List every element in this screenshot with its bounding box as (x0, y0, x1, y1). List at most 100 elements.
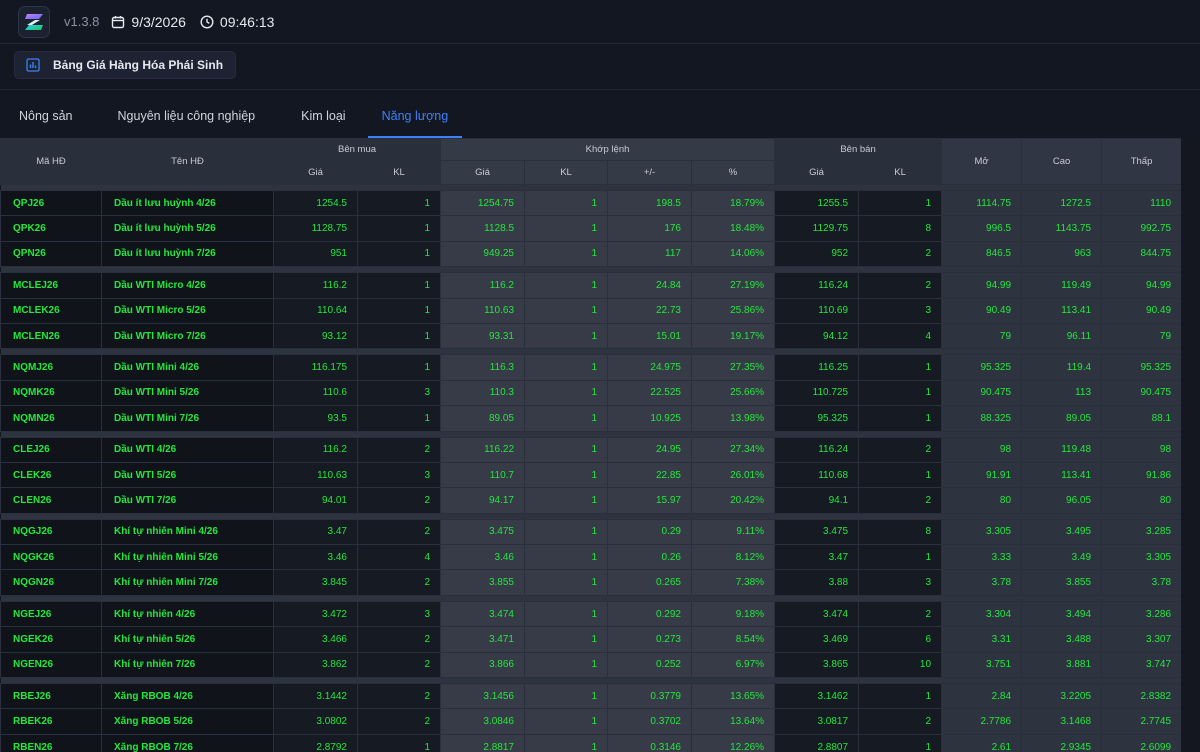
table-row[interactable]: QPJ26 Dầu ít lưu huỳnh 4/26 1254.5 1 1254.75… (0, 189, 1183, 217)
contract-name-cell[interactable]: Xăng RBOB 4/26 (101, 683, 274, 710)
low-price-cell: 844.75 (1101, 240, 1183, 268)
table-row[interactable]: MCLEJ26 Dầu WTI Micro 4/26 116.2 1 116.2 1 24.… (0, 272, 1183, 299)
high-price-cell: 3.488 (1021, 626, 1103, 653)
match-price-cell: 93.31 (440, 322, 525, 350)
bid-volume-cell: 1 (357, 405, 441, 432)
bid-price-cell: 3.1442 (273, 683, 358, 710)
header-high[interactable]: Cao (1021, 138, 1103, 185)
contract-name-cell[interactable]: Dầu WTI Mini 4/26 (101, 354, 274, 381)
board-title-button[interactable]: Bảng Giá Hàng Hóa Phái Sinh (14, 51, 237, 79)
table-row[interactable]: NQGN26 Khí tự nhiên Mini 7/26 3.845 2 3.855 1… (0, 569, 1183, 596)
high-price-cell: 3.49 (1021, 544, 1103, 571)
bid-volume-cell: 2 (357, 487, 441, 514)
price-board[interactable]: Mã HĐ Tên HĐ Bên mua Khớp lệnh Bên bán M… (0, 138, 1200, 752)
ask-price-cell: 110.69 (774, 297, 860, 324)
contract-code-cell[interactable]: NQMJ26 (0, 354, 102, 381)
contract-name-cell[interactable]: Xăng RBOB 7/26 (101, 733, 274, 752)
table-row[interactable]: CLEJ26 Dầu WTI 4/26 116.2 2 116.22 1 24.95 27.3… (0, 436, 1183, 463)
contract-name-cell[interactable]: Dầu ít lưu huỳnh 4/26 (101, 189, 274, 217)
contract-name-cell[interactable]: Khí tự nhiên 4/26 (101, 600, 274, 628)
table-row[interactable]: NQMK26 Dầu WTI Mini 5/26 110.6 3 110.3 1 22.52… (0, 379, 1183, 407)
header-code[interactable]: Mã HĐ (0, 138, 102, 185)
header-match-price[interactable]: Giá (440, 160, 525, 185)
table-row[interactable]: RBEK26 Xăng RBOB 5/26 3.0802 2 3.0846 1 0.3702… (0, 708, 1183, 735)
contract-name-cell[interactable]: Khí tự nhiên 5/26 (101, 626, 274, 653)
contract-code-cell[interactable]: MCLEN26 (0, 322, 102, 350)
header-low[interactable]: Thấp (1101, 138, 1183, 185)
contract-name-cell[interactable]: Xăng RBOB 5/26 (101, 708, 274, 735)
ask-volume-cell: 8 (858, 518, 943, 546)
table-row[interactable]: CLEN26 Dầu WTI 7/26 94.01 2 94.17 1 15.97 20.42… (0, 487, 1183, 514)
contract-name-cell[interactable]: Dầu WTI 4/26 (101, 436, 274, 463)
table-row[interactable]: MCLEN26 Dầu WTI Micro 7/26 93.12 1 93.31 1 15.… (0, 322, 1183, 350)
contract-code-cell[interactable]: CLEJ26 (0, 436, 102, 463)
app-logo-icon[interactable] (18, 5, 50, 38)
contract-code-cell[interactable]: NQGK26 (0, 544, 102, 571)
table-row[interactable]: NQMJ26 Dầu WTI Mini 4/26 116.175 1 116.3 1 24.… (0, 354, 1183, 381)
table-row[interactable]: QPK26 Dầu ít lưu huỳnh 5/26 1128.75 1 1128.5… (0, 215, 1183, 242)
tab-nguyen-lieu-cong-nghiep[interactable]: Nguyên liệu công nghiệp (92, 96, 282, 138)
contract-name-cell[interactable]: Dầu ít lưu huỳnh 5/26 (101, 215, 274, 242)
contract-code-cell[interactable]: CLEN26 (0, 487, 102, 514)
tab-kim-loai[interactable]: Kim loại (281, 96, 367, 138)
header-bid-price[interactable]: Giá (273, 160, 358, 185)
contract-code-cell[interactable]: CLEK26 (0, 461, 102, 489)
bid-price-cell: 3.0802 (273, 708, 358, 735)
contract-code-cell[interactable]: QPK26 (0, 215, 102, 242)
ask-price-cell: 3.474 (774, 600, 860, 628)
contract-code-cell[interactable]: NQGN26 (0, 569, 102, 596)
header-bid-volume[interactable]: KL (357, 160, 441, 185)
header-match-percent[interactable]: % (690, 160, 776, 185)
table-row[interactable]: QPN26 Dầu ít lưu huỳnh 7/26 951 1 949.25 1 117… (0, 240, 1183, 268)
contract-code-cell[interactable]: QPJ26 (0, 189, 102, 217)
contract-code-cell[interactable]: NGEN26 (0, 651, 102, 679)
table-row[interactable]: NGEJ26 Khí tự nhiên 4/26 3.472 3 3.474 1 0.292… (0, 600, 1183, 628)
contract-name-cell[interactable]: Khí tự nhiên Mini 5/26 (101, 544, 274, 571)
contract-code-cell[interactable]: MCLEJ26 (0, 272, 102, 299)
contract-name-cell[interactable]: Dầu WTI 7/26 (101, 487, 274, 514)
ask-price-cell: 3.469 (774, 626, 860, 653)
header-open[interactable]: Mở (941, 138, 1023, 185)
bid-price-cell: 110.6 (273, 379, 358, 407)
contract-code-cell[interactable]: NGEK26 (0, 626, 102, 653)
contract-code-cell[interactable]: NQGJ26 (0, 518, 102, 546)
tab-nong-san[interactable]: Nông sản (0, 96, 92, 138)
contract-name-cell[interactable]: Khí tự nhiên Mini 7/26 (101, 569, 274, 596)
contract-name-cell[interactable]: Khí tự nhiên 7/26 (101, 651, 274, 679)
high-price-cell: 119.4 (1021, 354, 1103, 381)
header-match-change[interactable]: +/- (607, 160, 692, 185)
tab-nang-luong[interactable]: Năng lượng (367, 96, 463, 138)
contract-name-cell[interactable]: Dầu WTI Mini 7/26 (101, 405, 274, 432)
match-volume-cell: 1 (524, 272, 608, 299)
scrollbar-track[interactable] (1181, 138, 1200, 752)
contract-name-cell[interactable]: Dầu WTI 5/26 (101, 461, 274, 489)
table-row[interactable]: NGEK26 Khí tự nhiên 5/26 3.466 2 3.471 1 0.273… (0, 626, 1183, 653)
table-row[interactable]: NGEN26 Khí tự nhiên 7/26 3.862 2 3.866 1 0.252… (0, 651, 1183, 679)
contract-code-cell[interactable]: RBEK26 (0, 708, 102, 735)
header-name[interactable]: Tên HĐ (101, 138, 274, 185)
contract-code-cell[interactable]: RBEN26 (0, 733, 102, 752)
contract-name-cell[interactable]: Dầu WTI Micro 5/26 (101, 297, 274, 324)
contract-name-cell[interactable]: Khí tự nhiên Mini 4/26 (101, 518, 274, 546)
contract-name-cell[interactable]: Dầu WTI Micro 7/26 (101, 322, 274, 350)
table-row[interactable]: NQMN26 Dầu WTI Mini 7/26 93.5 1 89.05 1 10.925… (0, 405, 1183, 432)
table-row[interactable]: RBEJ26 Xăng RBOB 4/26 3.1442 2 3.1456 1 0.3779… (0, 683, 1183, 710)
contract-name-cell[interactable]: Dầu ít lưu huỳnh 7/26 (101, 240, 274, 268)
header-ask-volume[interactable]: KL (858, 160, 943, 185)
table-row[interactable]: CLEK26 Dầu WTI 5/26 110.63 3 110.7 1 22.85 26.0… (0, 461, 1183, 489)
header-bid-group: Bên mua (273, 138, 441, 161)
contract-code-cell[interactable]: NQMN26 (0, 405, 102, 432)
table-row[interactable]: NQGK26 Khí tự nhiên Mini 5/26 3.46 4 3.46 1 0.… (0, 544, 1183, 571)
contract-code-cell[interactable]: RBEJ26 (0, 683, 102, 710)
table-row[interactable]: RBEN26 Xăng RBOB 7/26 2.8792 1 2.8817 1 0.3146… (0, 733, 1183, 752)
contract-name-cell[interactable]: Dầu WTI Micro 4/26 (101, 272, 274, 299)
contract-name-cell[interactable]: Dầu WTI Mini 5/26 (101, 379, 274, 407)
header-match-volume[interactable]: KL (524, 160, 608, 185)
header-ask-price[interactable]: Giá (774, 160, 860, 185)
contract-code-cell[interactable]: QPN26 (0, 240, 102, 268)
contract-code-cell[interactable]: NGEJ26 (0, 600, 102, 628)
contract-code-cell[interactable]: MCLEK26 (0, 297, 102, 324)
table-row[interactable]: NQGJ26 Khí tự nhiên Mini 4/26 3.47 2 3.475 1 0… (0, 518, 1183, 546)
contract-code-cell[interactable]: NQMK26 (0, 379, 102, 407)
table-row[interactable]: MCLEK26 Dầu WTI Micro 5/26 110.64 1 110.63 1 2… (0, 297, 1183, 324)
